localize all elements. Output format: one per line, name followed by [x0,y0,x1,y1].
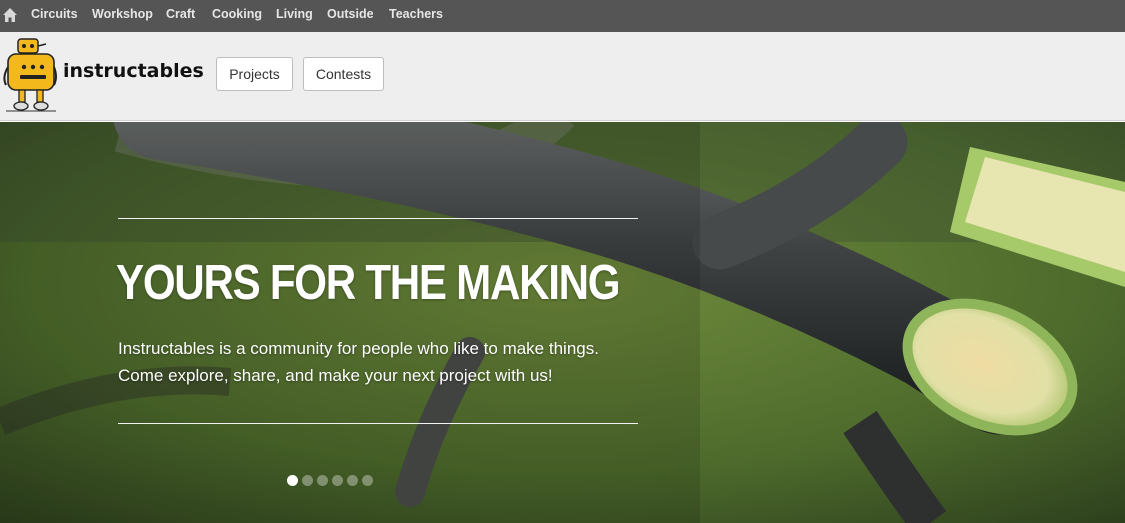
carousel-dot-3[interactable] [317,475,328,486]
hero-subtitle-line-1: Instructables is a community for people … [118,339,599,358]
nav-cooking[interactable]: Cooking [212,0,262,32]
hero-background-image [0,122,1125,523]
category-nav: Circuits Workshop Craft Cooking Living O… [0,0,1125,32]
nav-workshop[interactable]: Workshop [92,0,153,32]
projects-button[interactable]: Projects [216,57,293,91]
nav-living[interactable]: Living [276,0,313,32]
hero-subtitle-line-2: Come explore, share, and make your next … [118,366,553,385]
hero-banner: YOURS FOR THE MAKING Instructables is a … [0,122,1125,523]
hero-bottom-rule [118,423,638,424]
home-icon[interactable] [2,7,18,23]
nav-outside[interactable]: Outside [327,0,374,32]
brand-name[interactable]: instructables [63,60,204,82]
hero-headline: YOURS FOR THE MAKING [116,256,621,310]
robot-mascot-icon[interactable] [2,37,58,113]
nav-circuits[interactable]: Circuits [31,0,78,32]
carousel-dot-4[interactable] [332,475,343,486]
nav-craft[interactable]: Craft [166,0,195,32]
site-header: instructables Projects Contests [0,32,1125,121]
carousel-dot-6[interactable] [362,475,373,486]
carousel-dot-2[interactable] [302,475,313,486]
carousel-dot-1[interactable] [287,475,298,486]
carousel-dots [287,475,373,486]
contests-button[interactable]: Contests [303,57,384,91]
nav-teachers[interactable]: Teachers [389,0,443,32]
hero-top-rule [118,218,638,219]
carousel-dot-5[interactable] [347,475,358,486]
